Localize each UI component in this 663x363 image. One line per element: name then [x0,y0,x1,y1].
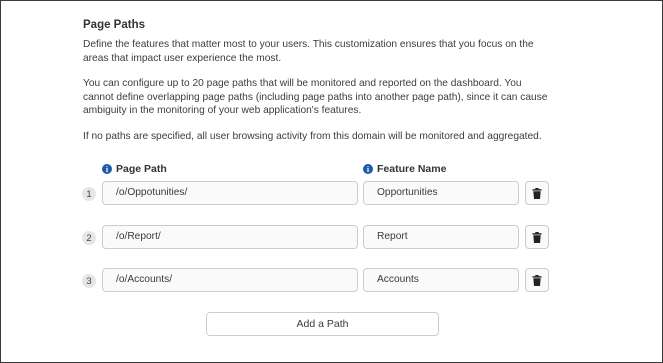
page-path-input[interactable]: /o/Oppotunities/ [102,181,358,205]
path-row: 2 /o/Report/ Report [1,225,663,251]
path-row: 1 /o/Oppotunities/ Opportunities [1,181,663,207]
page-path-column-header: i Page Path [102,163,167,175]
row-number-badge: 1 [82,187,96,201]
info-icon[interactable]: i [102,164,112,174]
page-path-input[interactable]: /o/Accounts/ [102,268,358,292]
feature-name-input[interactable]: Report [363,225,519,249]
page-path-input[interactable]: /o/Report/ [102,225,358,249]
page-title: Page Paths [83,19,145,31]
description-paragraph: You can configure up to 20 page paths th… [83,78,548,116]
delete-row-button[interactable] [525,268,549,292]
trash-icon [532,187,542,199]
path-row: 3 /o/Accounts/ Accounts [1,268,663,294]
info-icon[interactable]: i [363,164,373,174]
description-paragraph: Define the features that matter most to … [83,39,534,64]
delete-row-button[interactable] [525,181,549,205]
feature-name-header-label: Feature Name [377,163,447,175]
description-paragraph: If no paths are specified, all user brow… [83,130,542,142]
feature-name-input[interactable]: Opportunities [363,181,519,205]
trash-icon [532,231,542,243]
trash-icon [532,274,542,286]
page-paths-description: Page Paths Define the features that matt… [83,19,553,155]
feature-name-column-header: i Feature Name [363,163,446,175]
row-number-badge: 3 [82,274,96,288]
add-path-button[interactable]: Add a Path [206,312,439,336]
row-number-badge: 2 [82,231,96,245]
page-path-header-label: Page Path [116,163,167,175]
feature-name-input[interactable]: Accounts [363,268,519,292]
page-paths-panel: Page Paths Define the features that matt… [0,0,663,363]
delete-row-button[interactable] [525,225,549,249]
